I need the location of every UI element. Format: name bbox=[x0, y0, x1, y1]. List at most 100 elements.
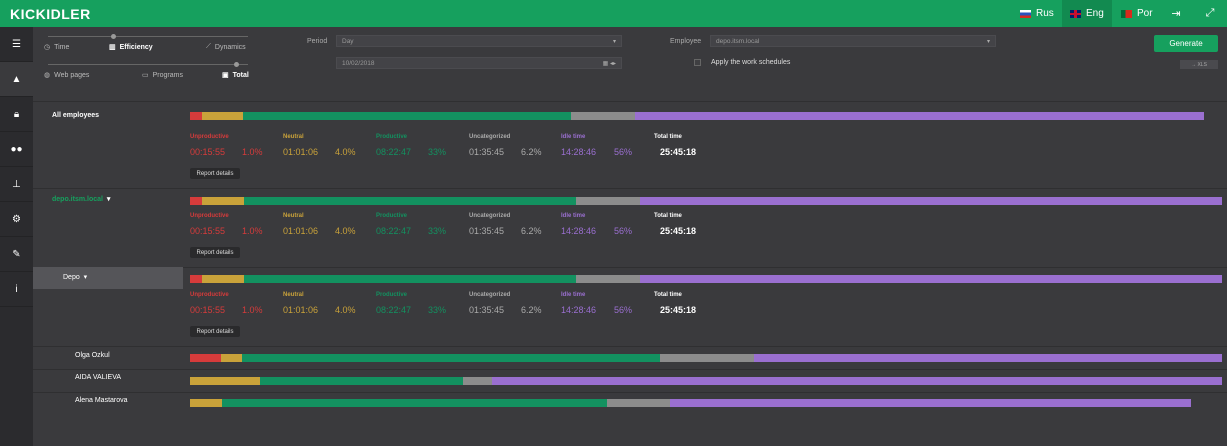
source-total[interactable]: ▣ Total bbox=[222, 71, 249, 80]
schedules-checkbox[interactable] bbox=[694, 59, 701, 66]
lang-eng-button[interactable]: Eng bbox=[1062, 0, 1112, 27]
date-field[interactable]: 10/02/2018 ▦ ◂▸ bbox=[336, 57, 622, 69]
stat-value-unproductive: 00:15:55 bbox=[190, 226, 226, 236]
stat-label-idle: Idle time bbox=[561, 213, 586, 219]
bar-segment-uncategorized bbox=[575, 275, 640, 283]
mode-dynamics[interactable]: ⟋ Dynamics bbox=[206, 43, 246, 51]
report-details-button[interactable]: Report details bbox=[190, 326, 240, 337]
stat-label-total: Total time bbox=[654, 213, 682, 219]
lang-rus-button[interactable]: Rus bbox=[1012, 0, 1062, 27]
clock-icon: ◷ bbox=[44, 44, 51, 51]
stat-value-total: 25:45:18 bbox=[660, 226, 697, 236]
caret-down-icon: ▾ bbox=[81, 274, 88, 281]
calendar-icon[interactable]: ▦ ◂▸ bbox=[603, 60, 616, 67]
logout-icon[interactable]: ⇥ bbox=[1161, 0, 1191, 27]
report-details-button[interactable]: Report details bbox=[190, 168, 240, 179]
users-icon[interactable]: ●● bbox=[0, 132, 33, 167]
bar-segment-productive bbox=[243, 197, 576, 205]
stat-label-productive: Productive bbox=[376, 134, 408, 140]
period-select[interactable]: Day ▾ bbox=[336, 35, 622, 47]
bar-segment-uncategorized bbox=[463, 377, 493, 385]
chart-icon[interactable]: ▲ bbox=[0, 62, 33, 97]
group-name-depo[interactable]: Depo ▾ bbox=[63, 273, 87, 281]
mode-slider-track bbox=[48, 36, 248, 37]
lang-por-button[interactable]: Por bbox=[1113, 0, 1161, 27]
employee-select[interactable]: depo.itsm.local ▾ bbox=[710, 35, 996, 47]
source-web-pages[interactable]: ◍ Web pages bbox=[44, 71, 89, 80]
bar-segment-uncategorized bbox=[571, 112, 635, 120]
chevron-down-icon: ▾ bbox=[612, 39, 616, 45]
group-name-all[interactable]: All employees bbox=[52, 112, 99, 119]
stat-value-idle: 14:28:46 bbox=[561, 226, 597, 236]
top-bar: KICKIDLER Rus Eng Por ⇥ ⤢ bbox=[0, 0, 1227, 27]
list-icon[interactable]: ☰ bbox=[0, 27, 33, 62]
stat-percent-productive: 33% bbox=[428, 147, 447, 157]
stat-percent-productive: 33% bbox=[428, 226, 447, 236]
line-chart-icon: ⟋ bbox=[206, 43, 211, 50]
group-name-domain[interactable]: depo.itsm.local ▾ bbox=[52, 195, 110, 203]
stat-label-uncategorized: Uncategorized bbox=[469, 213, 511, 219]
lock-icon[interactable]: 🔒︎ bbox=[0, 97, 33, 132]
divider bbox=[33, 267, 1227, 268]
bar-segment-idle bbox=[639, 197, 1222, 205]
mode-slider-knob[interactable] bbox=[111, 34, 116, 39]
stat-label-neutral: Neutral bbox=[283, 134, 304, 140]
bar-segment-neutral bbox=[190, 399, 223, 407]
export-xls-button[interactable]: → XLS bbox=[1180, 60, 1218, 69]
caret-down-icon: ▾ bbox=[104, 196, 111, 203]
stat-label-uncategorized: Uncategorized bbox=[469, 292, 511, 298]
monitor-icon: ▣ bbox=[222, 72, 229, 79]
bar-segment-uncategorized bbox=[575, 197, 640, 205]
fullscreen-icon[interactable]: ⤢ bbox=[1195, 0, 1225, 27]
stat-value-productive: 08:22:47 bbox=[376, 147, 412, 157]
flag-en-icon bbox=[1070, 9, 1081, 18]
generate-button[interactable]: Generate bbox=[1154, 35, 1218, 52]
info-icon[interactable]: i bbox=[0, 272, 33, 307]
stat-label-uncategorized: Uncategorized bbox=[469, 134, 511, 140]
stat-value-unproductive: 00:15:55 bbox=[190, 147, 226, 157]
bar-segment-idle bbox=[639, 275, 1222, 283]
mode-time[interactable]: ◷ Time bbox=[44, 43, 69, 52]
stat-value-neutral: 01:01:06 bbox=[283, 226, 319, 236]
stat-percent-idle: 56% bbox=[614, 226, 633, 236]
source-slider-track bbox=[48, 64, 248, 65]
chevron-down-icon: ▾ bbox=[986, 39, 990, 45]
stat-value-idle: 14:28:46 bbox=[561, 147, 597, 157]
divider bbox=[33, 369, 1227, 370]
bar-segment-productive bbox=[222, 399, 608, 407]
divider bbox=[33, 346, 1227, 347]
schedules-label: Apply the work schedules bbox=[711, 59, 791, 66]
activity-bar-depo bbox=[190, 275, 1222, 283]
source-programs[interactable]: ▭ Programs bbox=[142, 71, 183, 80]
stat-percent-uncategorized: 6.2% bbox=[521, 226, 542, 236]
org-icon[interactable]: ⊥ bbox=[0, 167, 33, 202]
divider bbox=[33, 392, 1227, 393]
bar-segment-neutral bbox=[202, 197, 244, 205]
activity-bar-employee bbox=[190, 399, 1191, 407]
employee-name[interactable]: AIDA VALIEVA bbox=[75, 374, 121, 381]
sidebar: ☰ ▲ 🔒︎ ●● ⊥ ⚙ ✎ i bbox=[0, 27, 33, 446]
bar-chart-icon: ▥ bbox=[109, 44, 116, 51]
stat-label-unproductive: Unproductive bbox=[190, 134, 229, 140]
employee-name[interactable]: Alena Mastarova bbox=[75, 397, 128, 404]
settings-icon[interactable]: ⚙ bbox=[0, 202, 33, 237]
stat-label-total: Total time bbox=[654, 292, 682, 298]
employee-name[interactable]: Olga Ozkul bbox=[75, 352, 110, 359]
mode-efficiency[interactable]: ▥ Efficiency bbox=[109, 43, 153, 52]
stat-value-productive: 08:22:47 bbox=[376, 305, 412, 315]
bar-segment-unproductive bbox=[190, 112, 203, 120]
stat-value-idle: 14:28:46 bbox=[561, 305, 597, 315]
bar-segment-idle bbox=[634, 112, 1204, 120]
wrench-icon[interactable]: ✎ bbox=[0, 237, 33, 272]
stat-value-neutral: 01:01:06 bbox=[283, 305, 319, 315]
bar-segment-idle bbox=[754, 354, 1222, 362]
stat-label-total: Total time bbox=[654, 134, 682, 140]
source-slider-knob[interactable] bbox=[234, 62, 239, 67]
main-content: ◷ Time ▥ Efficiency ⟋ Dynamics ◍ Web pages ▭… bbox=[33, 27, 1227, 446]
selected-row-highlight bbox=[33, 267, 183, 289]
report-details-button[interactable]: Report details bbox=[190, 247, 240, 258]
stat-percent-productive: 33% bbox=[428, 305, 447, 315]
bar-segment-productive bbox=[260, 377, 464, 385]
stat-label-neutral: Neutral bbox=[283, 292, 304, 298]
stat-percent-uncategorized: 6.2% bbox=[521, 147, 542, 157]
